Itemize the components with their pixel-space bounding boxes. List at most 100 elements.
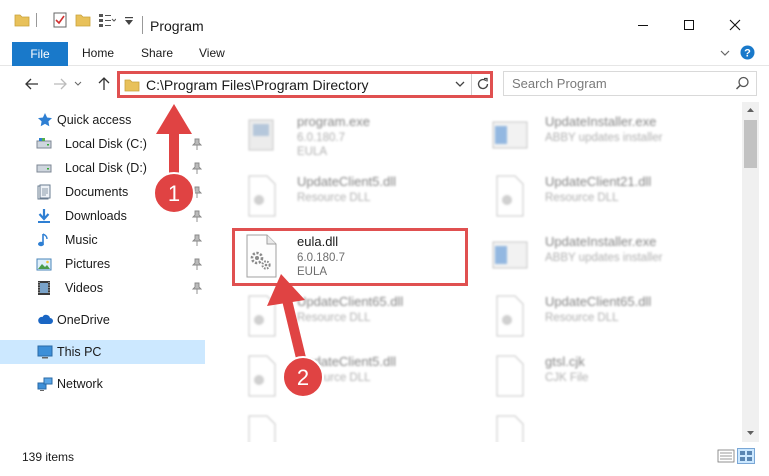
dll-icon <box>248 295 276 337</box>
videos-icon <box>38 281 50 295</box>
nav-quick-access[interactable]: Quick access <box>0 108 205 132</box>
file-item[interactable]: gtsl.cjk CJK File <box>469 346 719 408</box>
help-icon[interactable]: ? <box>740 45 755 60</box>
tab-share[interactable]: Share <box>141 46 173 60</box>
title-separator <box>142 16 143 34</box>
dll-icon <box>496 175 524 217</box>
nav-item-documents[interactable]: Documents <box>0 180 205 204</box>
file-item[interactable] <box>469 406 719 442</box>
nav-onedrive[interactable]: OneDrive <box>0 308 205 332</box>
pin-icon[interactable] <box>192 234 202 246</box>
window-title: Program <box>150 18 204 34</box>
nav-item-local-disk-c[interactable]: Local Disk (C:) <box>0 132 205 156</box>
file-item[interactable]: UpdateInstaller.exe ABBY updates install… <box>469 226 719 288</box>
title-bar: Program <box>0 0 769 40</box>
installer-icon <box>492 121 528 149</box>
pin-icon[interactable] <box>192 138 202 150</box>
file-item[interactable]: program.exe 6.0.180.7 EULA <box>221 106 471 168</box>
expand-ribbon-icon[interactable] <box>720 49 730 57</box>
minimize-button[interactable] <box>620 10 666 40</box>
close-icon <box>729 19 741 31</box>
network-icon <box>37 377 53 391</box>
file-item[interactable] <box>221 406 471 442</box>
up-arrow-icon <box>98 77 110 90</box>
tab-home[interactable]: Home <box>82 46 114 60</box>
folder-icon <box>124 79 140 92</box>
file-item[interactable]: UpdateClient65.dll Resource DLL <box>469 286 719 348</box>
dll-icon <box>496 295 524 337</box>
pin-icon[interactable] <box>192 258 202 270</box>
forward-button[interactable] <box>50 74 70 94</box>
dll-icon <box>248 415 276 442</box>
forward-arrow-icon <box>54 78 67 90</box>
selection-highlight <box>232 228 468 286</box>
file-item[interactable]: UpdateInstaller.exe ABBY updates install… <box>469 106 719 168</box>
tab-view[interactable]: View <box>199 46 225 60</box>
dll-icon <box>496 415 524 442</box>
star-icon <box>38 113 52 127</box>
details-view-icon[interactable] <box>717 448 735 464</box>
drive-icon <box>36 138 52 149</box>
customize-toolbar-icon[interactable] <box>124 16 134 26</box>
address-bar[interactable]: C:\Program Files\Program Directory <box>117 71 493 98</box>
maximize-icon <box>684 20 694 30</box>
status-bar: 139 items <box>0 442 769 476</box>
scroll-down-icon[interactable] <box>746 430 755 437</box>
address-row: C:\Program Files\Program Directory <box>0 66 769 102</box>
nav-item-local-disk-d[interactable]: Local Disk (D:) <box>0 156 205 180</box>
nav-item-pictures[interactable]: Pictures <box>0 252 205 276</box>
back-arrow-icon <box>25 78 38 90</box>
refresh-icon[interactable] <box>475 76 491 92</box>
chevron-down-icon <box>74 81 82 86</box>
dll-icon <box>248 355 276 397</box>
documents-icon <box>37 184 51 200</box>
dll-icon <box>248 175 276 217</box>
vertical-scrollbar[interactable] <box>742 102 759 442</box>
recent-locations-button[interactable] <box>72 74 84 94</box>
minimize-icon <box>638 25 648 26</box>
pin-icon[interactable] <box>192 186 202 198</box>
drive-icon <box>36 164 52 173</box>
search-input[interactable] <box>512 73 722 94</box>
exe-icon <box>248 119 274 151</box>
cloud-icon <box>38 314 53 324</box>
file-item[interactable]: UpdateClient5.dll Resource DLL <box>221 166 471 228</box>
file-item[interactable]: UpdateClient21.dll Resource DLL <box>469 166 719 228</box>
nav-network[interactable]: Network <box>0 372 205 396</box>
address-dropdown-icon[interactable] <box>454 77 466 91</box>
address-path[interactable]: C:\Program Files\Program Directory <box>146 77 369 93</box>
pin-icon[interactable] <box>192 282 202 294</box>
tab-file[interactable]: File <box>12 42 68 66</box>
scroll-thumb[interactable] <box>744 120 757 168</box>
properties-icon[interactable] <box>52 12 68 28</box>
back-button[interactable] <box>22 74 42 94</box>
close-button[interactable] <box>712 10 758 40</box>
music-icon <box>38 233 48 247</box>
folder-icon[interactable] <box>14 12 30 28</box>
ribbon: File Home Share View ? <box>0 40 769 66</box>
large-icons-view-icon[interactable] <box>737 448 755 464</box>
nav-item-music[interactable]: Music <box>0 228 205 252</box>
pin-icon[interactable] <box>192 162 202 174</box>
downloads-icon <box>38 209 50 223</box>
file-icon <box>496 355 524 397</box>
search-box[interactable] <box>503 71 757 96</box>
pictures-icon <box>36 258 52 271</box>
file-item[interactable]: UpdateClient65.dll Resource DLL <box>221 286 471 348</box>
pin-icon[interactable] <box>192 210 202 222</box>
item-count: 139 items <box>22 450 75 464</box>
computer-icon <box>37 345 53 359</box>
nav-item-videos[interactable]: Videos <box>0 276 205 300</box>
file-item[interactable]: UpdateClient5.dll Resource DLL <box>221 346 471 408</box>
view-options-icon[interactable] <box>98 12 116 28</box>
maximize-button[interactable] <box>666 10 712 40</box>
up-button[interactable] <box>94 74 114 94</box>
nav-this-pc[interactable]: This PC <box>0 340 205 364</box>
scroll-up-icon[interactable] <box>746 106 755 113</box>
new-folder-icon[interactable] <box>75 12 91 28</box>
svg-text:?: ? <box>744 48 751 60</box>
search-icon[interactable] <box>735 76 750 91</box>
installer-icon <box>492 241 528 269</box>
navigation-pane: Quick access Local Disk (C:) Local Disk … <box>0 102 207 442</box>
nav-item-downloads[interactable]: Downloads <box>0 204 205 228</box>
